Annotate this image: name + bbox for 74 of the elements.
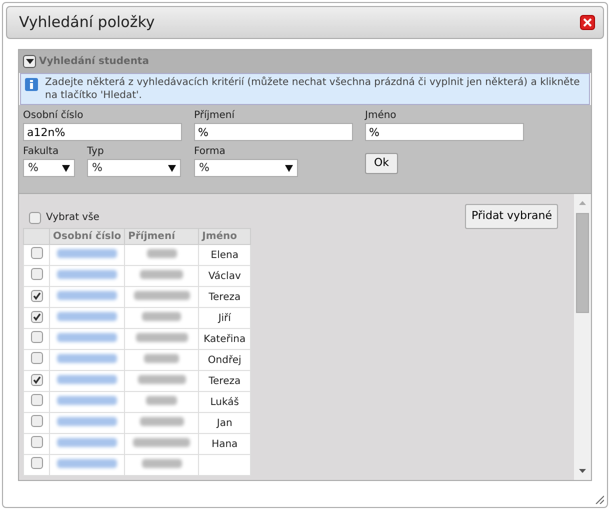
table-cell: Ondřej bbox=[198, 350, 251, 370]
text-field[interactable]: % bbox=[194, 123, 353, 141]
redacted-text bbox=[140, 270, 184, 278]
dropdown-arrow-icon bbox=[168, 164, 176, 172]
redacted-text bbox=[57, 374, 118, 384]
scrollbar-thumb[interactable] bbox=[576, 212, 589, 312]
redacted-text bbox=[57, 438, 118, 446]
dropdown[interactable]: % bbox=[23, 159, 75, 177]
redacted-text bbox=[57, 416, 118, 426]
table-cell: Hana bbox=[198, 434, 251, 454]
redacted-text bbox=[142, 458, 182, 468]
redacted-text bbox=[57, 332, 118, 342]
table-cell: Lukáš bbox=[198, 392, 251, 412]
checkbox-label: Vybrat vše bbox=[46, 211, 100, 225]
redacted-text bbox=[57, 458, 118, 468]
table-cell: Jan bbox=[198, 412, 251, 434]
text-field[interactable]: a12n% bbox=[23, 123, 182, 141]
field-label: Typ bbox=[87, 145, 105, 159]
row-checkbox[interactable] bbox=[30, 436, 42, 448]
redacted-text bbox=[144, 354, 180, 362]
close-icon[interactable] bbox=[580, 15, 595, 30]
redacted-text bbox=[142, 312, 182, 320]
section-title: Vyhledání studenta bbox=[39, 55, 149, 69]
row-checkbox[interactable] bbox=[30, 290, 42, 302]
redacted-text bbox=[57, 248, 118, 258]
redacted-text bbox=[57, 354, 118, 362]
table-cell: Tereza bbox=[198, 370, 251, 392]
redacted-text bbox=[57, 312, 118, 320]
field-label: Fakulta bbox=[23, 145, 60, 159]
table-cell: Tereza bbox=[198, 286, 251, 308]
row-checkbox[interactable] bbox=[30, 352, 42, 364]
redacted-text bbox=[133, 438, 190, 446]
field-label: Osobní číslo bbox=[23, 109, 84, 123]
text-field[interactable]: % bbox=[365, 123, 524, 141]
column-header: Jméno bbox=[198, 228, 251, 244]
table-cell: Jiří bbox=[198, 308, 251, 328]
scrollbar[interactable] bbox=[574, 194, 591, 480]
info-icon bbox=[25, 78, 38, 91]
row-checkbox[interactable] bbox=[30, 456, 42, 468]
row-checkbox[interactable] bbox=[30, 268, 42, 280]
table-cell: Elena bbox=[198, 244, 251, 266]
row-checkbox[interactable] bbox=[30, 330, 42, 342]
info-message: Zadejte některá z vyhledávacích kritérií (můžete nechat všechna prázdná či vyplnit jen některá) a klikněte na tlačítko 'Hledat'. bbox=[20, 73, 590, 105]
redacted-text bbox=[57, 290, 118, 300]
table-cell: Václav bbox=[198, 266, 251, 286]
select-all-checkbox[interactable] bbox=[29, 212, 41, 224]
redacted-text bbox=[146, 248, 177, 258]
dropdown-arrow-icon bbox=[285, 164, 293, 172]
redacted-text bbox=[57, 396, 118, 404]
redacted-text bbox=[136, 332, 188, 342]
row-checkbox[interactable] bbox=[30, 394, 42, 406]
column-header: Osobní číslo bbox=[50, 228, 125, 244]
redacted-text bbox=[146, 396, 178, 404]
resize-grip-icon[interactable] bbox=[594, 494, 604, 504]
ok-button[interactable]: Ok bbox=[365, 153, 398, 174]
field-label: Jméno bbox=[365, 109, 398, 123]
window-title: Vyhledání položky bbox=[19, 12, 155, 34]
row-checkbox[interactable] bbox=[30, 374, 42, 386]
dropdown-arrow-icon bbox=[62, 164, 70, 172]
dropdown[interactable]: % bbox=[194, 159, 298, 177]
field-label: Příjmení bbox=[194, 109, 236, 123]
row-checkbox[interactable] bbox=[30, 310, 42, 322]
field-label: Forma bbox=[194, 145, 226, 159]
redacted-text bbox=[134, 290, 190, 300]
row-checkbox[interactable] bbox=[30, 414, 42, 426]
redacted-text bbox=[138, 374, 186, 384]
dropdown[interactable]: % bbox=[87, 159, 181, 177]
column-header: Příjmení bbox=[124, 228, 199, 244]
table-cell: Kateřina bbox=[198, 328, 251, 350]
collapse-toggle-icon[interactable] bbox=[23, 55, 36, 68]
redacted-text bbox=[140, 416, 184, 426]
add-selected-button[interactable]: Přidat vybrané bbox=[465, 204, 558, 228]
redacted-text bbox=[57, 270, 118, 278]
row-checkbox[interactable] bbox=[30, 246, 42, 258]
